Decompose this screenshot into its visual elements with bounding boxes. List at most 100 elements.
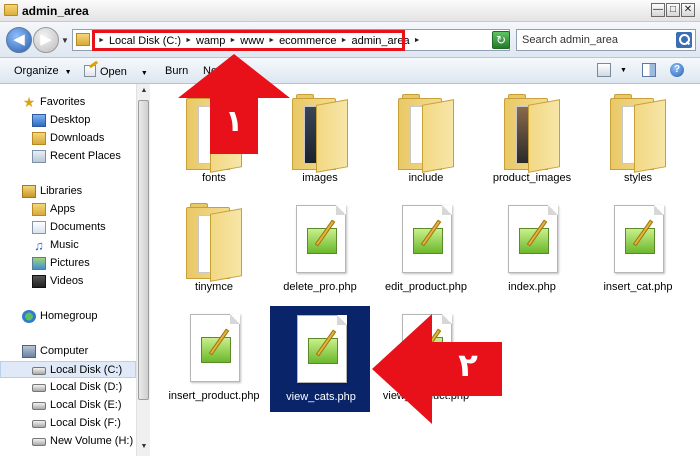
sidebar-scrollbar[interactable]: ▲ ▼ (136, 84, 150, 456)
file-item-product-images[interactable]: product_images (482, 88, 582, 188)
file-item-include[interactable]: include (376, 88, 476, 188)
sidebar-item-favorites[interactable]: ★ Favorites (0, 94, 136, 111)
file-item-index-php[interactable]: index.php (482, 197, 582, 297)
file-item-delete-pro-php[interactable]: delete_pro.php (270, 197, 370, 297)
back-button[interactable]: ◀ (6, 27, 32, 53)
sidebar-item-videos[interactable]: Videos (0, 273, 136, 290)
breadcrumb-item-local-disk-c[interactable]: Local Disk (C:) (109, 35, 181, 47)
folder-icon (610, 94, 668, 173)
file-name: view_cats.php (286, 391, 356, 403)
forward-button[interactable]: ▶ (33, 27, 59, 53)
change-view-icon[interactable] (597, 63, 611, 77)
sidebar-item-downloads[interactable]: Downloads (0, 130, 136, 147)
php-file-icon (614, 205, 664, 273)
breadcrumb-separator[interactable]: ► (98, 37, 105, 44)
file-name: insert_cat.php (603, 281, 673, 293)
breadcrumb-separator[interactable]: ► (185, 37, 192, 44)
drive-icon (32, 402, 46, 410)
scroll-down-arrow-icon[interactable]: ▼ (138, 440, 150, 454)
chevron-down-icon: ▼ (64, 69, 72, 76)
file-item-insert-product-php[interactable]: insert_product.php (164, 306, 264, 406)
open-label: Open (100, 66, 127, 78)
sidebar-item-apps[interactable]: Apps (0, 201, 136, 218)
file-item-tinymce[interactable]: tinymce (164, 197, 264, 297)
sidebar-item-documents[interactable]: Documents (0, 219, 136, 236)
sidebar-item-label: Desktop (50, 114, 91, 126)
pictures-icon (32, 257, 46, 270)
sidebar-item-pictures[interactable]: Pictures (0, 255, 136, 272)
file-item-view-cats-php[interactable]: view_cats.php (270, 306, 370, 412)
sidebar-item-libraries[interactable]: Libraries (0, 183, 136, 200)
open-button[interactable]: Open ▼ (84, 65, 148, 78)
sidebar-item-recent-places[interactable]: Recent Places (0, 148, 136, 165)
file-name: images (302, 172, 338, 184)
sidebar-item-label: Downloads (50, 132, 105, 144)
recent-pages-dropdown[interactable]: ▼ (61, 36, 69, 45)
file-name: index.php (508, 281, 556, 293)
minimize-button[interactable]: — (651, 3, 665, 17)
sidebar-item-computer[interactable]: Computer (0, 343, 136, 360)
folder-icon (76, 33, 90, 46)
preview-pane-icon[interactable] (642, 63, 656, 77)
sidebar-item-homegroup[interactable]: Homegroup (0, 308, 136, 325)
maximize-button[interactable]: □ (666, 3, 680, 17)
sidebar-item-local-disk-f[interactable]: Local Disk (F:) (0, 415, 136, 432)
address-bar[interactable]: ► Local Disk (C:) ► wamp ► www ► ecommer… (72, 29, 510, 51)
music-icon: ♫ (34, 238, 44, 253)
file-name: delete_pro.php (283, 281, 357, 293)
recent-places-icon (32, 150, 46, 163)
breadcrumb-separator[interactable]: ► (341, 37, 348, 44)
annotation-number-2: ٢ (458, 346, 478, 384)
sidebar-item-label: Favorites (40, 96, 86, 108)
window-title: admin_area (22, 4, 89, 18)
annotation-number-1: ١ (224, 104, 244, 139)
view-options-dropdown[interactable]: ▼ (620, 67, 627, 74)
file-name: include (408, 172, 444, 184)
title-bar: admin_area — □ ✕ (0, 0, 700, 22)
php-file-icon (296, 205, 346, 273)
scrollbar-thumb[interactable] (138, 100, 149, 400)
breadcrumb-separator[interactable]: ► (268, 37, 275, 44)
sidebar-item-label: Local Disk (E:) (50, 399, 122, 411)
breadcrumb-item-ecommerce[interactable]: ecommerce (279, 35, 336, 47)
organize-button[interactable]: Organize ▼ (14, 65, 72, 77)
sidebar-item-local-disk-e[interactable]: Local Disk (E:) (0, 397, 136, 414)
file-item-styles[interactable]: styles (588, 88, 688, 188)
file-item-insert-cat-php[interactable]: insert_cat.php (588, 197, 688, 297)
search-input[interactable] (517, 30, 667, 50)
sidebar-item-desktop[interactable]: Desktop (0, 112, 136, 129)
file-name: styles (623, 172, 653, 184)
file-name: insert_product.php (168, 390, 260, 402)
scroll-up-arrow-icon[interactable]: ▲ (138, 84, 150, 98)
star-icon: ★ (22, 94, 36, 110)
file-name: edit_product.php (385, 281, 467, 293)
sidebar-item-label: Apps (50, 203, 76, 215)
close-button[interactable]: ✕ (681, 3, 695, 17)
breadcrumb-item-wamp[interactable]: wamp (196, 35, 225, 47)
php-file-icon (190, 314, 240, 382)
sidebar-item-label: Videos (50, 275, 84, 287)
annotation-arrow-2: ٢ (370, 312, 504, 426)
php-file-icon (297, 315, 347, 383)
php-file-icon (508, 205, 558, 273)
file-item-edit-product-php[interactable]: edit_product.php (376, 197, 476, 297)
organize-label: Organize (14, 65, 59, 77)
folder-icon (292, 94, 350, 173)
homegroup-icon (22, 310, 36, 323)
documents-icon (32, 221, 46, 234)
search-icon[interactable] (676, 32, 692, 48)
breadcrumb-separator[interactable]: ► (414, 37, 421, 44)
sidebar-item-music[interactable]: ♫ Music (0, 237, 136, 254)
sidebar-item-label: Recent Places (50, 150, 121, 162)
breadcrumb-separator[interactable]: ► (229, 37, 236, 44)
search-box[interactable] (516, 29, 696, 51)
sidebar-item-local-disk-c[interactable]: Local Disk (C:) (0, 361, 136, 378)
folder-icon (186, 203, 244, 282)
help-icon[interactable]: ? (670, 63, 684, 77)
breadcrumb-item-www[interactable]: www (240, 35, 264, 47)
chevron-down-icon: ▼ (140, 70, 148, 77)
refresh-button[interactable]: ↻ (492, 31, 510, 49)
sidebar-item-local-disk-d[interactable]: Local Disk (D:) (0, 379, 136, 396)
breadcrumb-item-admin-area[interactable]: admin_area (351, 35, 409, 47)
sidebar-item-new-volume-h[interactable]: New Volume (H:) (0, 433, 136, 450)
